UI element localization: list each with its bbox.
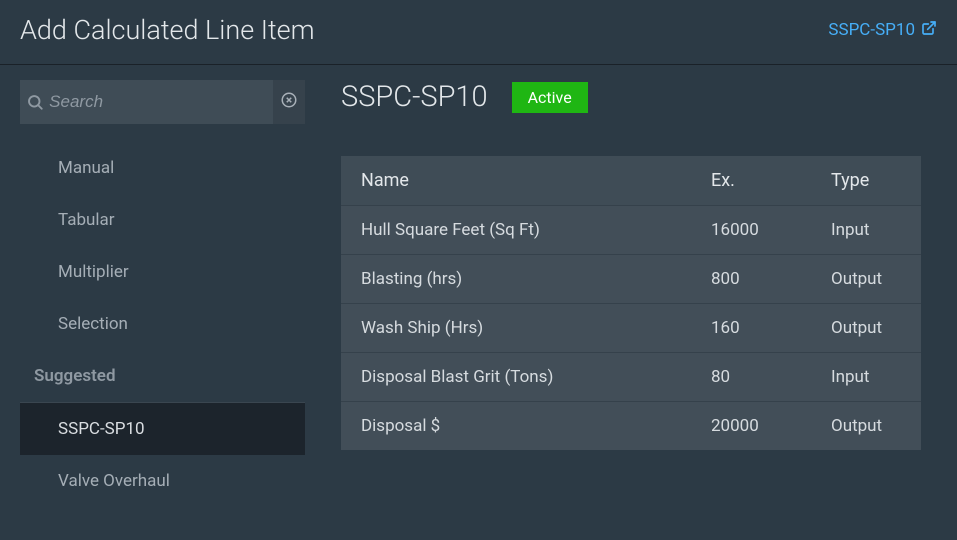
search-icon <box>20 93 49 111</box>
cell-ex: 800 <box>691 255 811 303</box>
main-header: SSPC-SP10 Active <box>341 80 921 114</box>
status-badge: Active <box>512 82 588 113</box>
sidebar-item-label: Tabular <box>58 210 115 230</box>
detail-link[interactable]: SSPC-SP10 <box>828 20 937 41</box>
table-row: Blasting (hrs) 800 Output <box>341 254 921 303</box>
column-header-ex: Ex. <box>691 156 811 205</box>
sidebar-item-label: Valve Overhaul <box>58 471 170 491</box>
main-title: SSPC-SP10 <box>341 80 488 114</box>
sidebar: Manual Tabular Multiplier Selection Sugg… <box>0 65 305 540</box>
sidebar-item-label: SSPC-SP10 <box>58 419 145 439</box>
sidebar-item-multiplier[interactable]: Multiplier <box>20 246 305 298</box>
column-header-name: Name <box>341 156 691 205</box>
table-row: Hull Square Feet (Sq Ft) 16000 Input <box>341 205 921 254</box>
cell-type: Output <box>811 255 921 303</box>
search-input[interactable] <box>49 92 273 112</box>
sidebar-item-label: Selection <box>58 314 128 334</box>
search-box <box>20 80 305 124</box>
cell-name: Blasting (hrs) <box>341 255 691 303</box>
cell-type: Input <box>811 206 921 254</box>
cell-type: Output <box>811 402 921 450</box>
cell-name: Hull Square Feet (Sq Ft) <box>341 206 691 254</box>
sidebar-item-label: Manual <box>58 158 114 178</box>
cell-type: Input <box>811 353 921 401</box>
clear-search-button[interactable] <box>273 80 305 124</box>
table-row: Disposal Blast Grit (Tons) 80 Input <box>341 352 921 401</box>
sidebar-item-valve-overhaul[interactable]: Valve Overhaul <box>20 455 305 507</box>
table-row: Wash Ship (Hrs) 160 Output <box>341 303 921 352</box>
table-row: Disposal $ 20000 Output <box>341 401 921 450</box>
external-link-icon <box>921 20 937 41</box>
dialog-title: Add Calculated Line Item <box>20 14 315 46</box>
cell-ex: 80 <box>691 353 811 401</box>
main-panel: SSPC-SP10 Active Name Ex. Type Hull Squa… <box>305 65 957 540</box>
cell-name: Disposal $ <box>341 402 691 450</box>
cell-ex: 16000 <box>691 206 811 254</box>
parameters-table: Name Ex. Type Hull Square Feet (Sq Ft) 1… <box>341 156 921 450</box>
table-header: Name Ex. Type <box>341 156 921 205</box>
sidebar-category-suggested: Suggested <box>20 350 305 403</box>
sidebar-item-tabular[interactable]: Tabular <box>20 194 305 246</box>
cell-ex: 20000 <box>691 402 811 450</box>
cell-name: Wash Ship (Hrs) <box>341 304 691 352</box>
sidebar-category-label: Suggested <box>34 366 116 386</box>
clear-icon <box>280 91 298 113</box>
cell-type: Output <box>811 304 921 352</box>
sidebar-item-manual[interactable]: Manual <box>20 142 305 194</box>
sidebar-item-selection[interactable]: Selection <box>20 298 305 350</box>
sidebar-list: Manual Tabular Multiplier Selection Sugg… <box>20 142 305 507</box>
detail-link-label: SSPC-SP10 <box>828 20 915 40</box>
cell-name: Disposal Blast Grit (Tons) <box>341 353 691 401</box>
dialog-body: Manual Tabular Multiplier Selection Sugg… <box>0 65 957 540</box>
sidebar-item-label: Multiplier <box>58 262 129 282</box>
column-header-type: Type <box>811 156 921 205</box>
sidebar-item-sspc-sp10[interactable]: SSPC-SP10 <box>20 403 305 455</box>
dialog-header: Add Calculated Line Item SSPC-SP10 <box>0 0 957 65</box>
cell-ex: 160 <box>691 304 811 352</box>
